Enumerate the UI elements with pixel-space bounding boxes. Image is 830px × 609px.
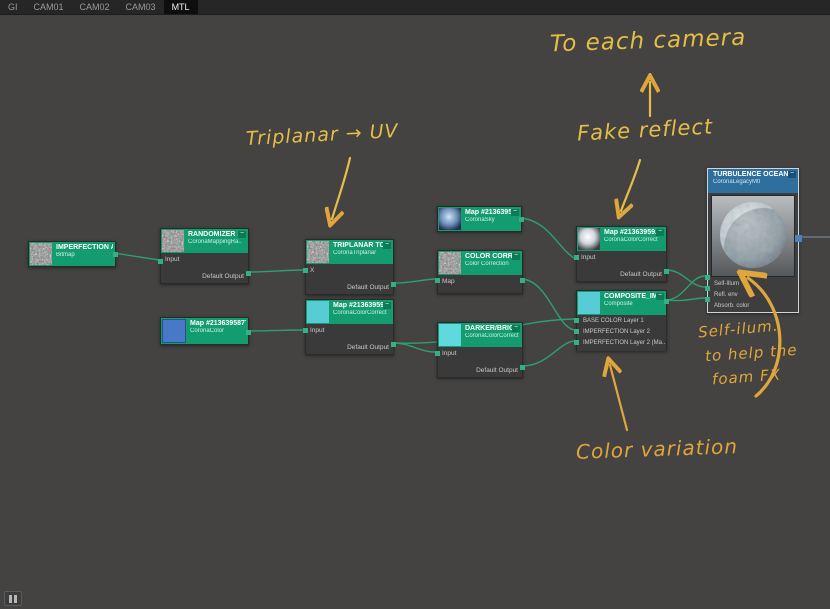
pan-tool-button[interactable]: [4, 591, 22, 606]
pause-bar-icon: [9, 595, 12, 603]
pause-bar-icon: [14, 595, 17, 603]
tab-mtl[interactable]: MTL: [164, 0, 198, 14]
annotation-arrow-layer: [0, 0, 830, 609]
tab-cam01[interactable]: CAM01: [26, 0, 72, 14]
tab-gi[interactable]: GI: [0, 0, 26, 14]
tab-cam03[interactable]: CAM03: [118, 0, 164, 14]
annotation-arrows: [332, 82, 780, 430]
slate-material-editor: GI CAM01 CAM02 CAM03 MTL IMPERFECTION AL…: [0, 0, 830, 609]
view-tabbar: GI CAM01 CAM02 CAM03 MTL: [0, 0, 830, 15]
tab-cam02[interactable]: CAM02: [72, 0, 118, 14]
